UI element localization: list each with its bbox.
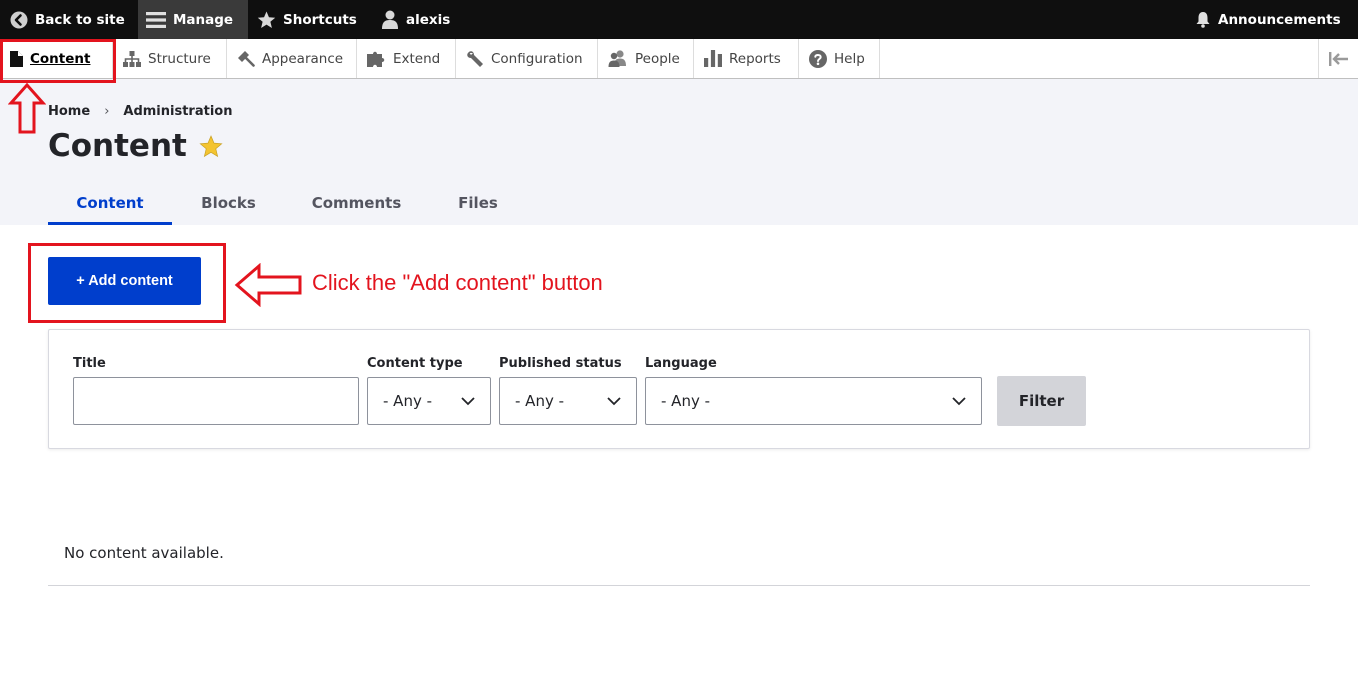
announcements-link[interactable]: Announcements	[1195, 0, 1341, 39]
title-label: Title	[73, 356, 106, 371]
collapse-arrow-icon	[1328, 51, 1348, 66]
announcements-label: Announcements	[1218, 11, 1341, 28]
annotation-up-arrow	[8, 83, 46, 134]
tray-item-label: People	[635, 50, 680, 67]
tab-blocks[interactable]: Blocks	[172, 192, 285, 225]
filter-button[interactable]: Filter	[997, 376, 1086, 426]
user-icon	[382, 10, 398, 29]
content-type-value: - Any -	[383, 392, 433, 410]
title-input[interactable]	[73, 377, 359, 425]
wrench-icon	[467, 50, 483, 67]
tray-collapse-button[interactable]	[1318, 39, 1358, 78]
tray-item-extend[interactable]: Extend	[357, 39, 456, 78]
back-to-site-label: Back to site	[35, 11, 125, 28]
shortcut-star-button[interactable]	[199, 134, 223, 158]
chevron-down-icon	[461, 397, 475, 406]
puzzle-icon	[367, 51, 385, 67]
star-icon	[199, 134, 223, 157]
manage-link[interactable]: Manage	[146, 0, 233, 39]
tray-item-label: Help	[834, 50, 865, 67]
published-status-label: Published status	[499, 356, 622, 371]
breadcrumb-home[interactable]: Home	[48, 104, 90, 119]
annotation-left-arrow	[234, 263, 302, 307]
breadcrumb: Home › Administration	[48, 104, 232, 119]
tray-item-label: Reports	[729, 50, 781, 67]
tray-item-label: Configuration	[491, 50, 583, 67]
back-to-site-link[interactable]: Back to site	[10, 0, 125, 39]
help-icon	[809, 49, 827, 68]
tray-item-configuration[interactable]: Configuration	[456, 39, 598, 78]
bell-icon	[1196, 12, 1210, 28]
divider	[48, 585, 1310, 586]
annotation-instruction: Click the "Add content" button	[312, 270, 603, 295]
annotation-box-add-button	[28, 243, 226, 323]
tab-comments[interactable]: Comments	[285, 192, 428, 225]
tray-item-label: Appearance	[262, 50, 344, 67]
content-type-label: Content type	[367, 356, 463, 371]
primary-tabs: Content Blocks Comments Files	[48, 192, 528, 225]
admin-toolbar: Back to site Manage Shortcuts alexis Ann…	[0, 0, 1358, 39]
page-title: Content	[48, 128, 223, 164]
language-value: - Any -	[661, 392, 711, 410]
user-name: alexis	[406, 11, 451, 28]
tab-files[interactable]: Files	[428, 192, 528, 225]
language-label: Language	[645, 356, 717, 371]
chevron-down-icon	[952, 397, 966, 406]
page-header: Home › Administration Content Content Bl…	[0, 79, 1358, 225]
published-status-select[interactable]: - Any -	[499, 377, 637, 425]
tray-item-people[interactable]: People	[598, 39, 694, 78]
hamburger-icon	[146, 11, 166, 28]
page-title-text: Content	[48, 128, 187, 164]
shortcuts-link[interactable]: Shortcuts	[257, 0, 357, 39]
breadcrumb-separator: ›	[104, 104, 110, 119]
content-type-select[interactable]: - Any -	[367, 377, 491, 425]
manage-tray: Content Structure Appearance Extend Conf…	[0, 39, 1358, 79]
empty-message: No content available.	[64, 544, 224, 562]
chevron-down-icon	[607, 397, 621, 406]
published-status-value: - Any -	[515, 392, 565, 410]
user-link[interactable]: alexis	[381, 0, 450, 39]
annotation-box-content-tab	[0, 39, 116, 83]
breadcrumb-administration[interactable]: Administration	[123, 104, 232, 119]
manage-label: Manage	[173, 11, 234, 28]
filter-form: Title Content type - Any - Published sta…	[48, 329, 1310, 449]
paintbrush-icon	[238, 51, 255, 67]
tray-item-structure[interactable]: Structure	[113, 39, 227, 78]
tray-item-label: Extend	[393, 50, 441, 67]
tray-item-appearance[interactable]: Appearance	[227, 39, 357, 78]
language-select[interactable]: - Any -	[645, 377, 982, 425]
tray-item-help[interactable]: Help	[799, 39, 880, 78]
sitemap-icon	[123, 50, 141, 67]
back-arrow-icon	[10, 11, 28, 28]
bar-chart-icon	[704, 50, 722, 67]
star-icon	[257, 10, 276, 28]
shortcuts-label: Shortcuts	[283, 11, 357, 28]
tray-item-label: Structure	[148, 50, 211, 67]
tab-content[interactable]: Content	[48, 192, 172, 225]
people-icon	[608, 50, 626, 67]
tray-item-reports[interactable]: Reports	[694, 39, 799, 78]
